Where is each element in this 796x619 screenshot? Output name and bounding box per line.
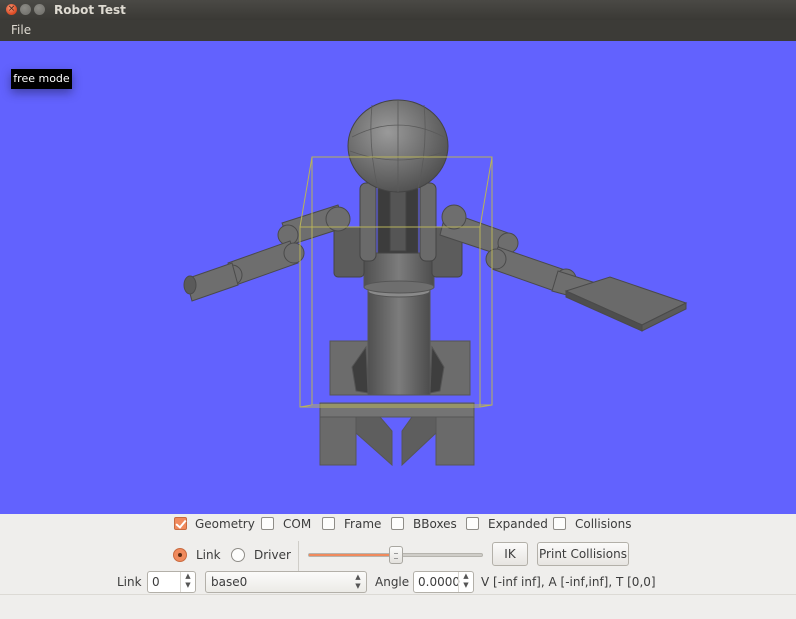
- robot-right-arm: [439, 204, 688, 332]
- link-label: Link: [117, 575, 142, 589]
- link-mode-radio[interactable]: [173, 548, 187, 562]
- status-bar: [0, 594, 796, 619]
- driver-mode-label: Driver: [254, 548, 291, 562]
- row-separator: [298, 541, 299, 571]
- geometry-label: Geometry: [195, 517, 255, 531]
- limits-info: V [-inf inf], A [-inf,inf], T [0,0]: [481, 575, 656, 589]
- combo-arrows-icon: ▲ ▼: [355, 573, 361, 590]
- geometry-checkbox[interactable]: [174, 517, 187, 530]
- mode-indicator: free mode: [11, 69, 72, 89]
- angle-value: 0.0000: [418, 575, 460, 589]
- minimize-window-button[interactable]: [20, 4, 31, 15]
- link-index-spinbox[interactable]: 0 ▲ ▼: [147, 571, 196, 593]
- frame-label: Frame: [344, 517, 382, 531]
- menu-bar: File: [0, 20, 796, 41]
- expanded-checkbox[interactable]: [466, 517, 479, 530]
- control-panel: Geometry COM Frame BBoxes Expanded Colli…: [0, 514, 796, 619]
- com-label: COM: [283, 517, 312, 531]
- frame-checkbox[interactable]: [322, 517, 335, 530]
- angle-label: Angle: [375, 575, 410, 589]
- bboxes-checkbox[interactable]: [391, 517, 404, 530]
- title-bar: × Robot Test: [0, 0, 796, 20]
- angle-spinbox[interactable]: 0.0000 ▲ ▼: [413, 571, 474, 593]
- value-slider-fill: [309, 554, 396, 556]
- robot-base: [319, 402, 475, 467]
- menu-file[interactable]: File: [11, 23, 31, 37]
- link-name-value: base0: [211, 575, 248, 589]
- close-window-button[interactable]: ×: [6, 4, 17, 15]
- robot-torso: [363, 252, 435, 396]
- value-slider-handle[interactable]: [388, 546, 403, 564]
- window-title: Robot Test: [54, 3, 126, 17]
- robot-model: [183, 99, 688, 467]
- robot-3d-viewport[interactable]: free mode: [0, 41, 796, 514]
- robot-head: [347, 99, 449, 193]
- collisions-checkbox[interactable]: [553, 517, 566, 530]
- link-index-value: 0: [152, 575, 160, 589]
- driver-mode-radio[interactable]: [231, 548, 245, 562]
- bboxes-label: BBoxes: [413, 517, 457, 531]
- robot-left-arm: [183, 204, 351, 302]
- link-mode-label: Link: [196, 548, 221, 562]
- close-icon: ×: [7, 4, 16, 14]
- print-collisions-button[interactable]: Print Collisions: [537, 542, 629, 566]
- maximize-window-button[interactable]: [34, 4, 45, 15]
- link-name-combobox[interactable]: base0 ▲ ▼: [205, 571, 367, 593]
- expanded-label: Expanded: [488, 517, 548, 531]
- spin-arrows-icon[interactable]: ▲ ▼: [180, 572, 195, 592]
- angle-spin-arrows-icon[interactable]: ▲ ▼: [458, 572, 473, 592]
- ik-button[interactable]: IK: [492, 542, 528, 566]
- collisions-label: Collisions: [575, 517, 632, 531]
- com-checkbox[interactable]: [261, 517, 274, 530]
